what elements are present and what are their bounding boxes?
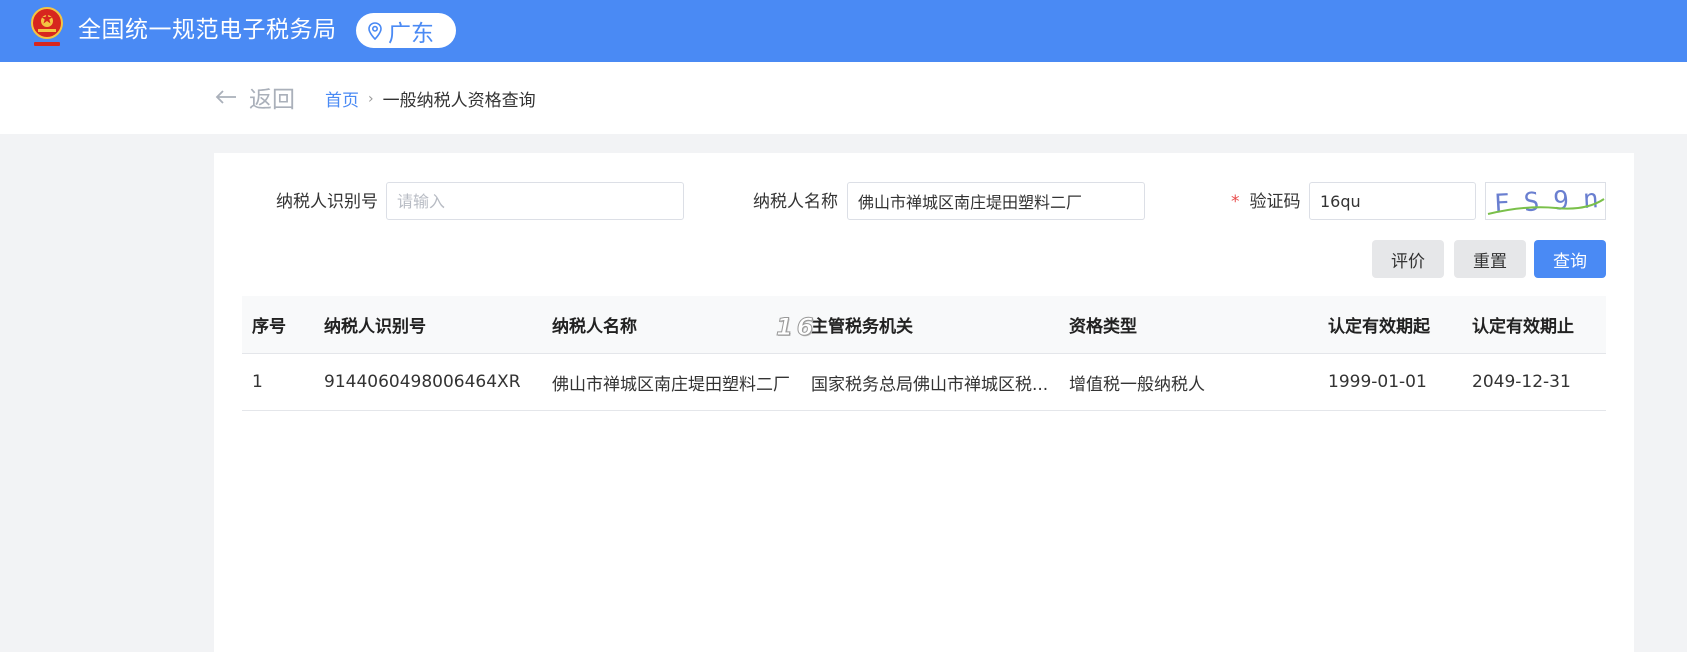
column-header-valid-to: 认定有效期止 (1462, 296, 1606, 354)
breadcrumb-home-link[interactable]: 首页 (325, 86, 359, 111)
column-header-tax-authority: 主管税务机关 (801, 296, 1059, 354)
cell-qualification-type: 增值税一般纳税人 (1059, 353, 1318, 411)
table-row: 1 9144060498006464XR 佛山市禅城区南庄堤田塑料二厂 国家税务… (242, 353, 1606, 411)
cell-taxpayer-id: 9144060498006464XR (314, 353, 542, 411)
taxpayer-id-input[interactable] (386, 182, 684, 220)
column-header-taxpayer-id: 纳税人识别号 (314, 296, 542, 354)
reset-button[interactable]: 重置 (1454, 240, 1526, 278)
cell-tax-authority: 国家税务总局佛山市禅城区税... (801, 353, 1059, 411)
back-label: 返回 (249, 87, 295, 113)
location-pin-icon (368, 21, 382, 40)
cell-valid-to: 2049-12-31 (1462, 353, 1606, 411)
arrow-left-icon (215, 90, 236, 104)
column-header-index: 序号 (242, 296, 314, 354)
chevron-right-icon: › (368, 90, 374, 107)
cell-valid-from: 1999-01-01 (1318, 353, 1462, 411)
taxpayer-name-input[interactable] (847, 182, 1145, 220)
taxpayer-id-label: 纳税人识别号 (276, 192, 378, 212)
captcha-input[interactable] (1309, 182, 1476, 220)
column-header-taxpayer-name: 纳税人名称 (542, 296, 801, 354)
tax-emblem-icon (31, 7, 63, 46)
query-button[interactable]: 查询 (1534, 240, 1606, 278)
site-title: 全国统一规范电子税务局 (78, 17, 337, 43)
table-header-row: 序号 纳税人识别号 纳税人名称 主管税务机关 资格类型 认定有效期起 认定有效期… (242, 296, 1606, 354)
cell-index: 1 (242, 353, 314, 411)
breadcrumb-current: 一般纳税人资格查询 (382, 91, 536, 111)
captcha-label: 验证码 (1249, 192, 1301, 212)
captcha-text: FS9n (1493, 184, 1605, 219)
required-mark: * (1231, 192, 1240, 212)
column-header-valid-from: 认定有效期起 (1318, 296, 1462, 354)
column-header-qualification-type: 资格类型 (1059, 296, 1318, 354)
captcha-image[interactable]: FS9n (1485, 182, 1613, 220)
top-bar: 全国统一规范电子税务局 广东 (0, 0, 1687, 62)
evaluate-button[interactable]: 评价 (1372, 240, 1444, 278)
cell-taxpayer-name: 佛山市禅城区南庄堤田塑料二厂 (542, 353, 801, 411)
result-table: 序号 纳税人识别号 纳税人名称 主管税务机关 资格类型 认定有效期起 认定有效期… (242, 296, 1606, 411)
region-selector[interactable]: 广东 (356, 13, 456, 48)
overlay-watermark: 16 (775, 313, 818, 342)
taxpayer-name-label: 纳税人名称 (753, 192, 838, 212)
region-label: 广东 (388, 20, 434, 47)
back-button[interactable]: 返回 (215, 80, 295, 114)
captcha-graphic: FS9n (1487, 184, 1613, 220)
breadcrumb: 首页 › 一般纳税人资格查询 (325, 86, 536, 112)
captcha-label-group: * 验证码 (1231, 182, 1301, 222)
